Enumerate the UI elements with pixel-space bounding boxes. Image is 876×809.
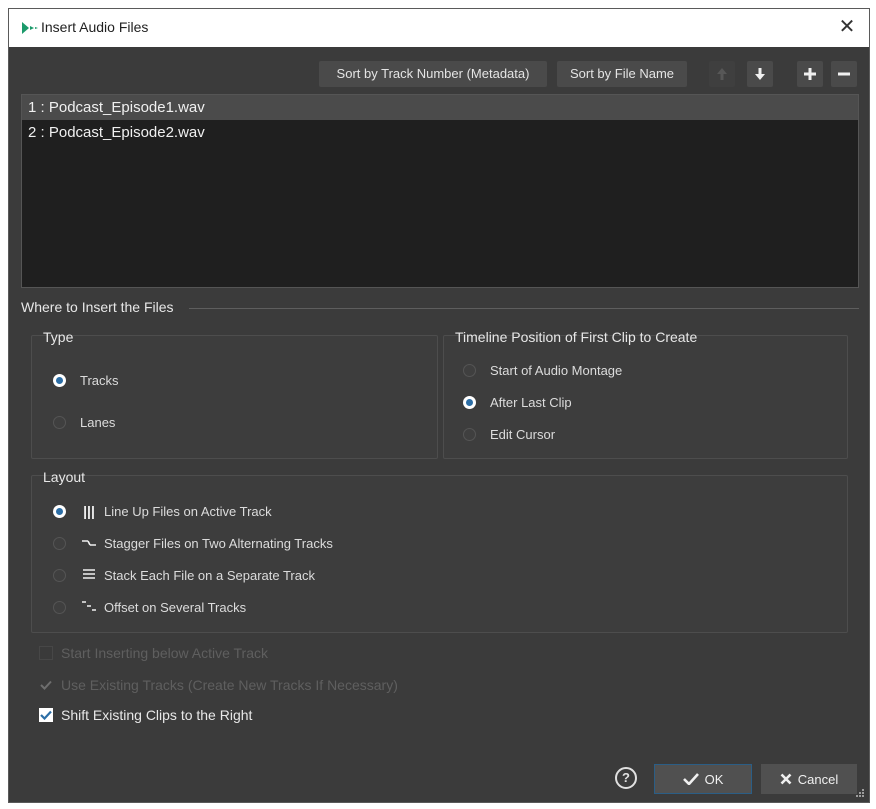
arrow-down-icon [755,68,765,80]
timeline-after-last-clip-radio[interactable]: After Last Clip [463,395,572,410]
checkbox-label: Shift Existing Clips to the Right [61,707,253,723]
file-list-item[interactable]: 2 : Podcast_Episode2.wav [22,120,858,145]
remove-file-button[interactable] [831,61,857,87]
checkbox-checked-icon [39,708,53,722]
title-bar: Insert Audio Files ✕ [9,9,869,47]
cancel-button[interactable]: Cancel [761,764,857,794]
app-logo-icon [19,20,41,36]
layout-stack-radio[interactable]: Stack Each File on a Separate Track [53,567,315,583]
file-list[interactable]: 1 : Podcast_Episode1.wav 2 : Podcast_Epi… [21,94,859,288]
checkmark-icon [39,678,53,692]
ok-label: OK [704,771,724,787]
radio-label: Start of Audio Montage [490,363,623,378]
radio-label: After Last Clip [490,395,572,410]
shift-existing-clips-checkbox[interactable]: Shift Existing Clips to the Right [39,707,252,723]
checkmark-icon [682,773,699,785]
move-up-button[interactable] [709,61,735,87]
radio-selected-icon [463,396,476,409]
minus-icon [838,72,850,76]
help-icon[interactable]: ? [615,767,637,789]
radio-label: Offset on Several Tracks [104,599,247,615]
checkbox-label: Use Existing Tracks (Create New Tracks I… [61,677,398,693]
radio-label: Edit Cursor [490,427,556,442]
move-down-button[interactable] [747,61,773,87]
radio-label: Stagger Files on Two Alternating Tracks [104,535,333,551]
checkbox-label: Start Inserting below Active Track [61,645,268,661]
radio-label: Stack Each File on a Separate Track [104,567,315,583]
radio-unselected-icon [463,428,476,441]
radio-unselected-icon [53,568,66,582]
ok-button[interactable]: OK [654,764,752,794]
file-list-item[interactable]: 1 : Podcast_Episode1.wav [22,95,858,120]
section-divider [189,308,859,309]
close-icon[interactable]: ✕ [835,15,859,39]
radio-label: Line Up Files on Active Track [104,503,272,519]
radio-unselected-icon [53,536,66,550]
cancel-label: Cancel [797,771,839,787]
insert-audio-files-dialog: Insert Audio Files ✕ Sort by Track Numbe… [8,8,870,803]
type-tracks-radio[interactable]: Tracks [53,373,119,388]
type-lanes-radio[interactable]: Lanes [53,415,115,430]
stagger-icon [80,535,98,551]
radio-unselected-icon [53,416,66,429]
timeline-edit-cursor-radio[interactable]: Edit Cursor [463,427,555,442]
radio-label: Lanes [80,415,116,430]
radio-unselected-icon [463,364,476,377]
layout-group-title: Layout [43,469,86,485]
resize-grip-icon[interactable] [855,788,865,798]
cross-icon [780,773,792,785]
insert-section-label: Where to Insert the Files [21,299,174,315]
line-up-icon: ||| [83,503,95,519]
offset-icon [80,599,98,615]
radio-unselected-icon [53,600,66,614]
timeline-start-radio[interactable]: Start of Audio Montage [463,363,622,378]
sort-by-track-number-button[interactable]: Sort by Track Number (Metadata) [319,61,547,87]
type-group-title: Type [43,329,74,345]
use-existing-tracks-checkbox[interactable]: Use Existing Tracks (Create New Tracks I… [39,677,398,693]
layout-line-up-radio[interactable]: ||| Line Up Files on Active Track [53,503,272,519]
stack-icon [80,567,98,583]
radio-selected-icon [53,504,66,518]
type-group [31,335,438,459]
checkbox-unchecked-icon [39,646,53,660]
sort-by-file-name-button[interactable]: Sort by File Name [557,61,687,87]
window-title: Insert Audio Files [41,19,149,35]
radio-selected-icon [53,374,66,387]
timeline-position-title: Timeline Position of First Clip to Creat… [455,329,698,345]
layout-offset-radio[interactable]: Offset on Several Tracks [53,599,246,615]
layout-stagger-radio[interactable]: Stagger Files on Two Alternating Tracks [53,535,333,551]
add-file-button[interactable] [797,61,823,87]
start-below-active-track-checkbox[interactable]: Start Inserting below Active Track [39,645,268,661]
plus-icon [804,68,816,80]
radio-label: Tracks [80,373,119,388]
arrow-up-icon [717,68,727,80]
